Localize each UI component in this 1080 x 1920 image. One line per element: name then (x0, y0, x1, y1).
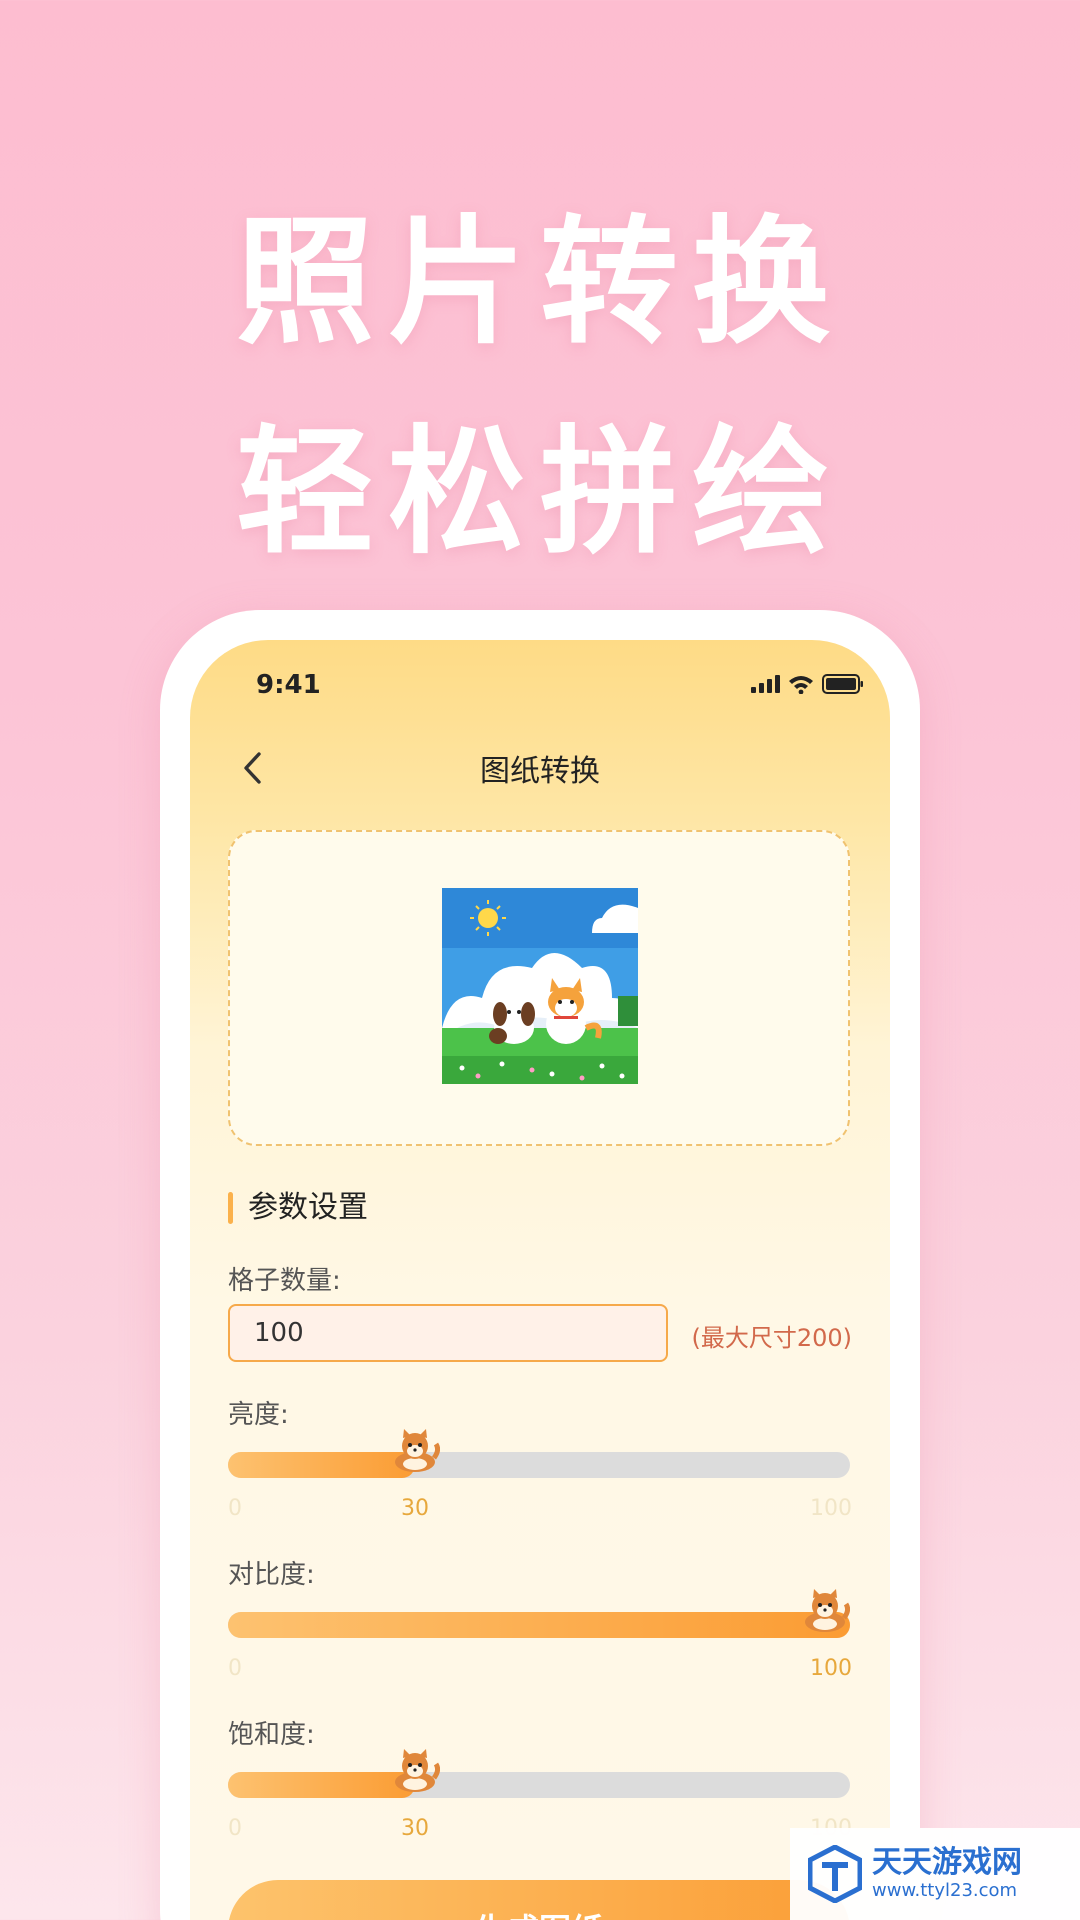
max-size-hint: (最大尺寸200) (691, 1324, 852, 1352)
generate-button[interactable]: 生成图纸 (228, 1880, 850, 1920)
brightness-slider[interactable] (228, 1429, 850, 1478)
site-watermark: 天天游戏网 www.ttyl23.com (790, 1828, 1080, 1920)
brightness-label: 亮度: (228, 1400, 289, 1430)
image-upload-area[interactable] (228, 830, 850, 1146)
preview-image[interactable] (442, 888, 638, 1084)
contrast-slider[interactable] (228, 1589, 851, 1638)
grid-count-input[interactable] (228, 1304, 668, 1362)
saturation-slider[interactable] (228, 1749, 850, 1798)
wifi-icon (788, 674, 814, 694)
promo-headline-line1: 照片转换 (235, 202, 844, 363)
shiba-thumb-icon[interactable] (390, 1748, 441, 1794)
brightness-slider-fill (228, 1452, 415, 1478)
saturation-slider-fill (228, 1772, 415, 1798)
battery-icon (822, 674, 864, 694)
contrast-label: 对比度: (228, 1560, 315, 1590)
grid-count-label: 格子数量: (228, 1266, 341, 1296)
shiba-thumb-icon[interactable] (800, 1588, 851, 1634)
promo-headline-line2: 轻松拼绘 (235, 412, 844, 573)
watermark-name: 天天游戏网 (872, 1845, 1022, 1880)
watermark-url: www.ttyl23.com (872, 1880, 1018, 1901)
status-time: 9:41 (256, 670, 321, 700)
saturation-label: 饱和度: (228, 1720, 315, 1750)
brightness-min: 0 (228, 1496, 242, 1521)
contrast-value: 100 (810, 1656, 852, 1681)
signal-icon (751, 675, 780, 693)
saturation-min: 0 (228, 1816, 242, 1841)
cube-logo-icon (808, 1845, 862, 1903)
contrast-min: 0 (228, 1656, 242, 1681)
shiba-thumb-icon[interactable] (390, 1428, 441, 1474)
brightness-value: 30 (401, 1496, 429, 1521)
saturation-value: 30 (401, 1816, 429, 1841)
brightness-max: 100 (810, 1496, 852, 1521)
page-title: 图纸转换 (480, 754, 600, 789)
contrast-slider-fill (228, 1612, 850, 1638)
phone-screen: 9:41 图纸转换 参数设置 格子数量: 100 (最大尺寸200) 亮度: 0… (190, 640, 890, 1920)
status-icons (751, 674, 864, 694)
section-title-params: 参数设置 (228, 1188, 368, 1228)
